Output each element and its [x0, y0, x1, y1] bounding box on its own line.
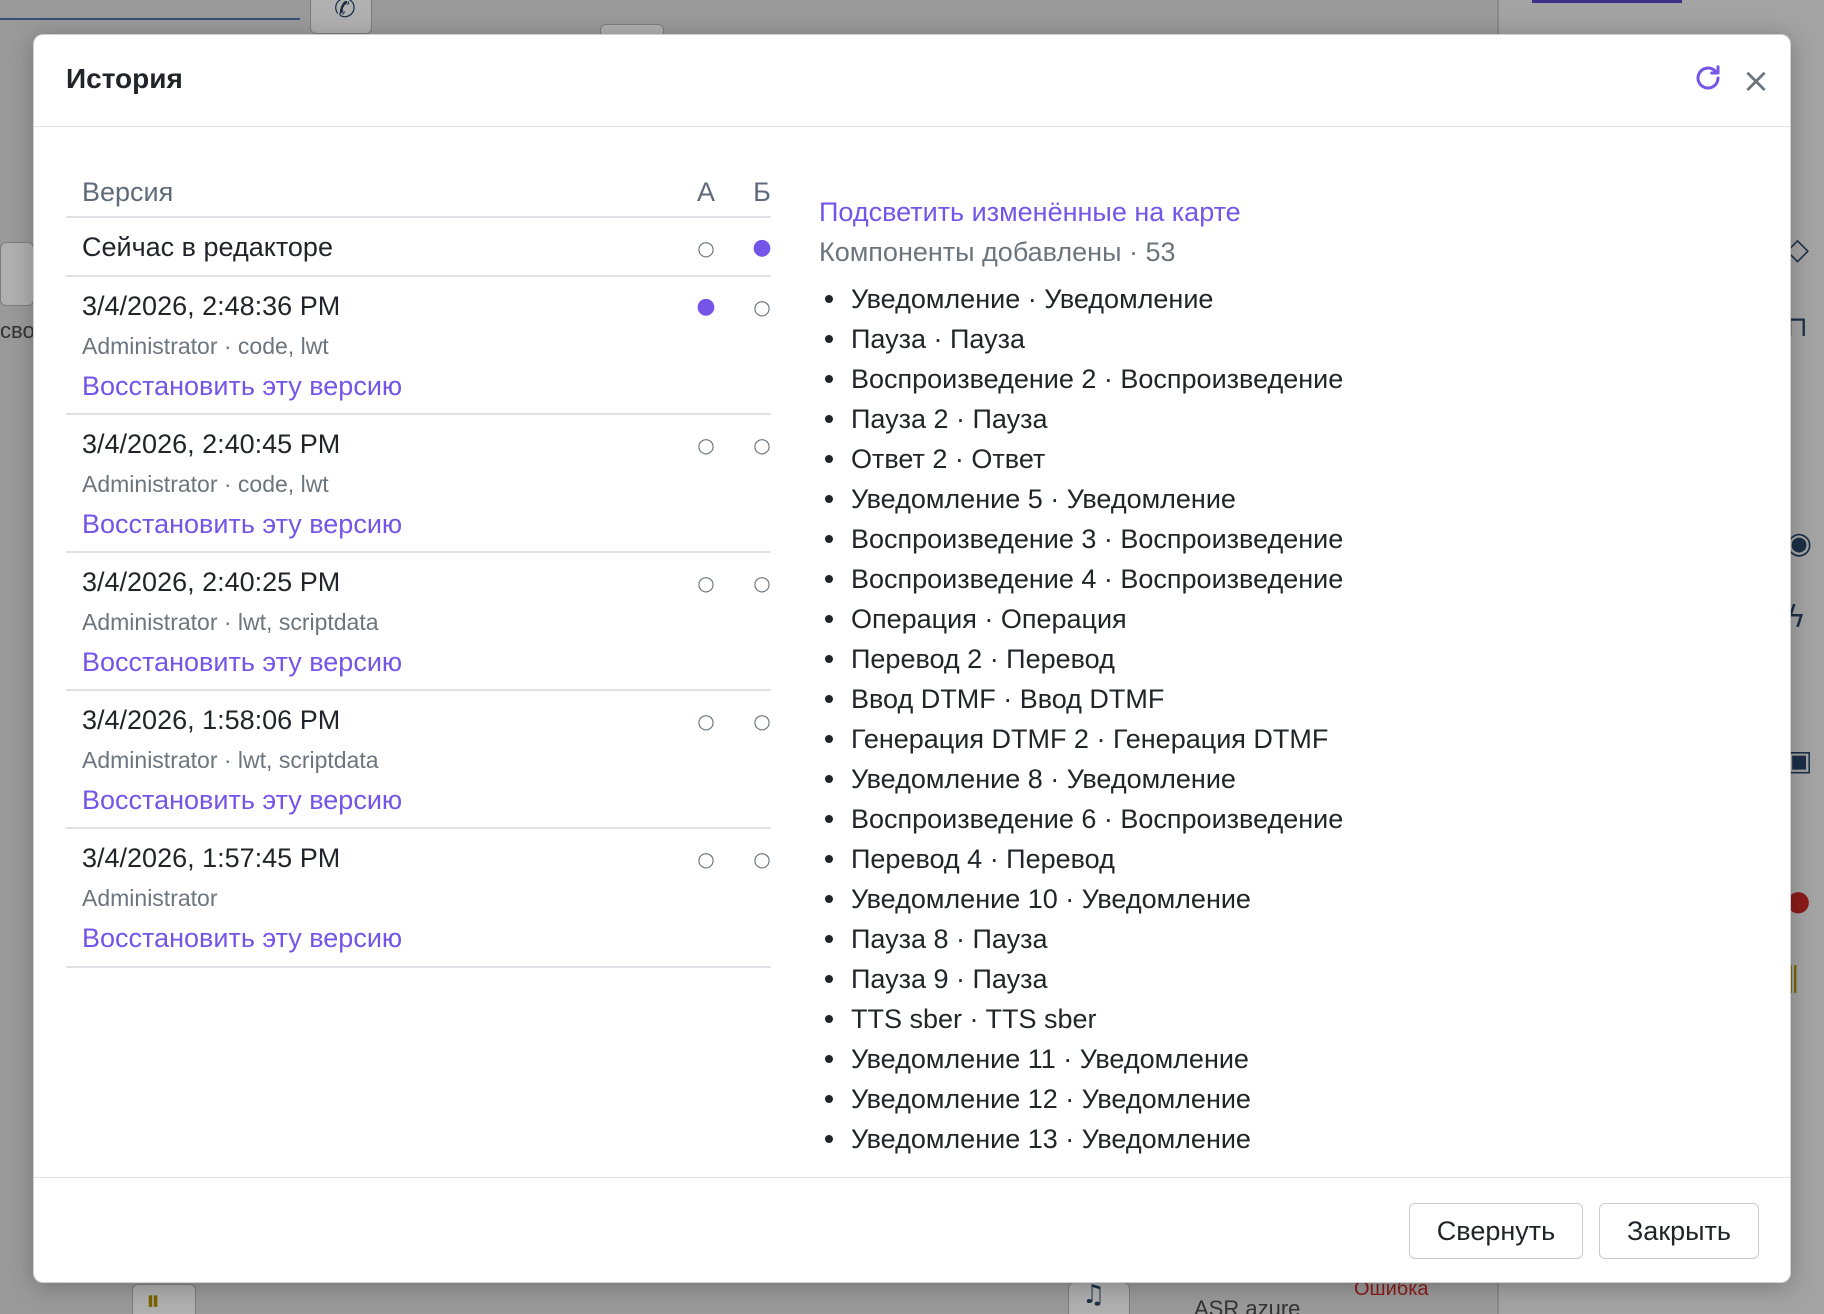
version-date: 3/4/2026, 2:40:25 PM [82, 567, 341, 597]
close-button[interactable]: Закрыть [1599, 1203, 1759, 1259]
list-item: Уведомление · Уведомление [819, 279, 1679, 319]
radio-b[interactable]: ● [742, 233, 782, 263]
flow-node [0, 242, 34, 306]
list-item: Уведомление 13 · Уведомление [819, 1119, 1679, 1159]
dialog-header: История × [34, 35, 1790, 127]
list-item: TTS sber · TTS sber [819, 999, 1679, 1039]
radio-b[interactable]: ○ [742, 844, 782, 874]
node-label: ASR azure [1194, 1296, 1301, 1314]
list-item: Пауза 8 · Пауза [819, 919, 1679, 959]
list-item: Пауза · Пауза [819, 319, 1679, 359]
restore-version-link[interactable]: Восстановить эту версию [82, 371, 402, 402]
list-item: Ввод DTMF · Ввод DTMF [819, 679, 1679, 719]
restore-version-link[interactable]: Восстановить эту версию [82, 785, 402, 816]
highlight-changes-link[interactable]: Подсветить изменённые на карте [819, 197, 1241, 228]
radio-b[interactable]: ○ [742, 430, 782, 460]
flow-connector [0, 18, 300, 20]
list-item: Перевод 4 · Перевод [819, 839, 1679, 879]
radio-a[interactable]: ● [686, 292, 726, 322]
version-meta: Administrator · code, lwt [82, 333, 329, 359]
list-item: Воспроизведение 2 · Воспроизведение [819, 359, 1679, 399]
column-header-b: Б [753, 177, 771, 207]
refresh-button[interactable] [1688, 59, 1728, 99]
version-date: 3/4/2026, 1:57:45 PM [82, 843, 341, 873]
flow-node [132, 1284, 196, 1314]
collapse-button[interactable]: Свернуть [1409, 1203, 1583, 1259]
list-item: Ответ 2 · Ответ [819, 439, 1679, 479]
microphone-icon: ♫ [1082, 1280, 1106, 1310]
history-dialog: История × Версия А Б Сейчас в редакторе … [33, 34, 1791, 1283]
version-table: Версия А Б Сейчас в редакторе ○ ● 3/4/20… [66, 162, 772, 968]
pause-icon: ⏸ [146, 1284, 161, 1314]
list-item: Уведомление 12 · Уведомление [819, 1079, 1679, 1119]
version-row-current: Сейчас в редакторе ○ ● [66, 218, 772, 277]
version-date: 3/4/2026, 2:48:36 PM [82, 291, 341, 321]
list-item: Воспроизведение 4 · Воспроизведение [819, 559, 1679, 599]
version-date: 3/4/2026, 2:40:45 PM [82, 429, 341, 459]
list-item: Воспроизведение 3 · Воспроизведение [819, 519, 1679, 559]
restore-version-link[interactable]: Восстановить эту версию [82, 509, 402, 540]
dialog-body: Версия А Б Сейчас в редакторе ○ ● 3/4/20… [34, 127, 1790, 1177]
radio-a[interactable]: ○ [686, 844, 726, 874]
version-meta: Administrator · code, lwt [82, 471, 329, 497]
radio-a[interactable]: ○ [686, 233, 726, 263]
version-meta: Administrator [82, 885, 218, 911]
active-tab-indicator [1532, 0, 1682, 3]
list-item: Генерация DTMF 2 · Генерация DTMF [819, 719, 1679, 759]
radio-b[interactable]: ○ [742, 706, 782, 736]
column-header-version: Версия [82, 177, 174, 207]
refresh-icon [1696, 64, 1720, 89]
radio-a[interactable]: ○ [686, 706, 726, 736]
list-item: Перевод 2 · Перевод [819, 639, 1679, 679]
close-icon[interactable]: × [1734, 59, 1778, 103]
list-item: Операция · Операция [819, 599, 1679, 639]
dialog-title: История [66, 63, 183, 94]
version-row: 3/4/2026, 2:48:36 PM Administrator · code… [66, 277, 771, 415]
list-item: Уведомление 5 · Уведомление [819, 479, 1679, 519]
version-date: 3/4/2026, 1:58:06 PM [82, 705, 341, 735]
version-meta: Administrator · lwt, scriptdata [82, 747, 379, 773]
radio-b[interactable]: ○ [742, 568, 782, 598]
list-item: Пауза 9 · Пауза [819, 959, 1679, 999]
changes-list[interactable]: Уведомление · Уведомление Пауза · Пауза Во… [819, 279, 1679, 1159]
version-meta: Administrator · lwt, scriptdata [82, 609, 379, 635]
phone-icon: ✆ [334, 0, 356, 24]
version-row: 3/4/2026, 2:40:25 PM Administrator · lwt,… [66, 553, 771, 691]
list-item: Уведомление 10 · Уведомление [819, 879, 1679, 919]
list-item: Воспроизведение 6 · Воспроизведение [819, 799, 1679, 839]
table-header: Версия А Б [66, 162, 771, 218]
radio-a[interactable]: ○ [686, 430, 726, 460]
node-label: сво [0, 318, 35, 343]
restore-version-link[interactable]: Восстановить эту версию [82, 923, 402, 954]
list-item: Уведомление 8 · Уведомление [819, 759, 1679, 799]
radio-b[interactable]: ○ [742, 292, 782, 322]
version-row: 3/4/2026, 1:58:06 PM Administrator · lwt,… [66, 691, 771, 829]
radio-a[interactable]: ○ [686, 568, 726, 598]
added-components-caption: Компоненты добавлены · 53 [819, 237, 1176, 267]
list-item: Пауза 2 · Пауза [819, 399, 1679, 439]
column-header-a: А [696, 177, 715, 207]
dialog-footer: Свернуть Закрыть [34, 1177, 1790, 1284]
list-item: Уведомление 11 · Уведомление [819, 1039, 1679, 1079]
restore-version-link[interactable]: Восстановить эту версию [82, 647, 402, 678]
version-row: 3/4/2026, 1:57:45 PM Administrator Восстан… [66, 829, 771, 968]
version-row: 3/4/2026, 2:40:45 PM Administrator · code… [66, 415, 771, 553]
current-editor-label: Сейчас в редакторе [82, 232, 333, 262]
